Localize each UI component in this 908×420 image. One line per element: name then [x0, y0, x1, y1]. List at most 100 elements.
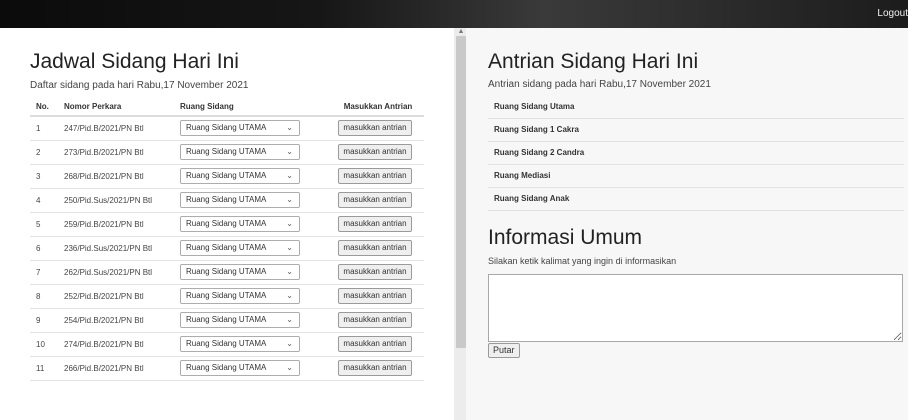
queue-room-list: Ruang Sidang Utama Ruang Sidang 1 Cakra … — [488, 96, 904, 211]
chevron-down-icon: ⌄ — [286, 243, 293, 252]
room-cell: Ruang Sidang UTAMA ⌄ — [174, 308, 326, 333]
room-cell: Ruang Sidang UTAMA ⌄ — [174, 116, 326, 141]
room-select-value: Ruang Sidang UTAMA — [186, 195, 267, 204]
masukkan-antrian-button[interactable]: masukkan antrian — [338, 336, 412, 352]
chevron-down-icon: ⌄ — [286, 171, 293, 180]
info-hint: Silakan ketik kalimat yang ingin di info… — [488, 256, 677, 266]
room-select[interactable]: Ruang Sidang UTAMA ⌄ — [180, 240, 300, 256]
schedule-title: Jadwal Sidang Hari Ini — [30, 50, 239, 73]
action-cell: masukkan antrian — [326, 140, 424, 165]
room-select[interactable]: Ruang Sidang UTAMA ⌄ — [180, 312, 300, 328]
queue-room-item: Ruang Sidang 1 Cakra — [488, 119, 904, 142]
chevron-down-icon: ⌄ — [286, 147, 293, 156]
case-number: 236/Pid.Sus/2021/PN Btl — [58, 236, 174, 261]
col-ruang-header: Ruang Sidang — [174, 98, 326, 117]
schedule-subtitle: Daftar sidang pada hari Rabu,17 November… — [30, 80, 249, 91]
table-row: 2 273/Pid.B/2021/PN Btl Ruang Sidang UTAMA… — [30, 140, 424, 165]
room-select[interactable]: Ruang Sidang UTAMA ⌄ — [180, 264, 300, 280]
room-cell: Ruang Sidang UTAMA ⌄ — [174, 356, 326, 381]
room-cell: Ruang Sidang UTAMA ⌄ — [174, 140, 326, 165]
room-select-value: Ruang Sidang UTAMA — [186, 243, 267, 252]
info-textarea[interactable] — [488, 274, 903, 342]
table-row: 5 259/Pid.B/2021/PN Btl Ruang Sidang UTAMA… — [30, 212, 424, 237]
scrollbar-thumb[interactable] — [456, 36, 466, 348]
table-row: 9 254/Pid.B/2021/PN Btl Ruang Sidang UTAMA… — [30, 308, 424, 333]
top-navbar: Logout — [0, 0, 908, 28]
room-select[interactable]: Ruang Sidang UTAMA ⌄ — [180, 216, 300, 232]
case-number: 247/Pid.B/2021/PN Btl — [58, 116, 174, 141]
masukkan-antrian-button[interactable]: masukkan antrian — [338, 120, 412, 137]
action-cell: masukkan antrian — [326, 236, 424, 261]
action-cell: masukkan antrian — [326, 212, 424, 237]
action-cell: masukkan antrian — [326, 164, 424, 189]
room-select-value: Ruang Sidang UTAMA — [186, 291, 267, 300]
queue-room-item: Ruang Mediasi — [488, 165, 904, 188]
masukkan-antrian-button[interactable]: masukkan antrian — [338, 168, 412, 184]
chevron-down-icon: ⌄ — [286, 315, 293, 324]
row-number: 9 — [30, 308, 58, 333]
case-number: 268/Pid.B/2021/PN Btl — [58, 164, 174, 189]
action-cell: masukkan antrian — [326, 188, 424, 213]
action-cell: masukkan antrian — [326, 356, 424, 381]
table-row: 7 262/Pid.Sus/2021/PN Btl Ruang Sidang UTA… — [30, 260, 424, 285]
room-select[interactable]: Ruang Sidang UTAMA ⌄ — [180, 120, 300, 137]
table-row: 10 274/Pid.B/2021/PN Btl Ruang Sidang UTAM… — [30, 332, 424, 357]
row-number: 3 — [30, 164, 58, 189]
chevron-up-icon[interactable]: ▲ — [456, 28, 466, 36]
masukkan-antrian-button[interactable]: masukkan antrian — [338, 312, 412, 328]
row-number: 11 — [30, 356, 58, 381]
row-number: 10 — [30, 332, 58, 357]
room-select-value: Ruang Sidang UTAMA — [186, 147, 267, 156]
action-cell: masukkan antrian — [326, 308, 424, 333]
masukkan-antrian-button[interactable]: masukkan antrian — [338, 216, 412, 232]
queue-room-item: Ruang Sidang Utama — [488, 96, 904, 119]
room-select[interactable]: Ruang Sidang UTAMA ⌄ — [180, 168, 300, 184]
case-number: 252/Pid.B/2021/PN Btl — [58, 284, 174, 309]
case-number: 274/Pid.B/2021/PN Btl — [58, 332, 174, 357]
room-select[interactable]: Ruang Sidang UTAMA ⌄ — [180, 288, 300, 304]
action-cell: masukkan antrian — [326, 260, 424, 285]
schedule-table: No. Nomor Perkara Ruang Sidang Masukkan … — [30, 98, 424, 381]
row-number: 4 — [30, 188, 58, 213]
table-header-row: No. Nomor Perkara Ruang Sidang Masukkan … — [30, 98, 424, 117]
queue-room-item: Ruang Sidang Anak — [488, 188, 904, 211]
putar-button[interactable]: Putar — [488, 343, 520, 358]
masukkan-antrian-button[interactable]: masukkan antrian — [338, 240, 412, 256]
masukkan-antrian-button[interactable]: masukkan antrian — [338, 360, 412, 376]
room-cell: Ruang Sidang UTAMA ⌄ — [174, 188, 326, 213]
row-number: 7 — [30, 260, 58, 285]
table-row: 1 247/Pid.B/2021/PN Btl Ruang Sidang UTAMA… — [30, 116, 424, 141]
room-select-value: Ruang Sidang UTAMA — [186, 219, 267, 228]
table-row: 11 266/Pid.B/2021/PN Btl Ruang Sidang UTAM… — [30, 356, 424, 381]
chevron-down-icon: ⌄ — [286, 267, 293, 276]
col-antrian-header: Masukkan Antrian — [326, 98, 424, 117]
case-number: 250/Pid.Sus/2021/PN Btl — [58, 188, 174, 213]
masukkan-antrian-button[interactable]: masukkan antrian — [338, 264, 412, 280]
row-number: 8 — [30, 284, 58, 309]
logout-link[interactable]: Logout — [872, 8, 908, 19]
room-cell: Ruang Sidang UTAMA ⌄ — [174, 164, 326, 189]
case-number: 254/Pid.B/2021/PN Btl — [58, 308, 174, 333]
queue-title: Antrian Sidang Hari Ini — [488, 50, 699, 73]
action-cell: masukkan antrian — [326, 284, 424, 309]
room-select-value: Ruang Sidang UTAMA — [186, 339, 267, 348]
row-number: 6 — [30, 236, 58, 261]
room-cell: Ruang Sidang UTAMA ⌄ — [174, 332, 326, 357]
table-row: 8 252/Pid.B/2021/PN Btl Ruang Sidang UTAMA… — [30, 284, 424, 309]
room-cell: Ruang Sidang UTAMA ⌄ — [174, 236, 326, 261]
room-select-value: Ruang Sidang UTAMA — [186, 315, 267, 324]
queue-room-item: Ruang Sidang 2 Candra — [488, 142, 904, 165]
row-number: 1 — [30, 116, 58, 141]
room-select[interactable]: Ruang Sidang UTAMA ⌄ — [180, 336, 300, 352]
room-select[interactable]: Ruang Sidang UTAMA ⌄ — [180, 192, 300, 208]
room-select[interactable]: Ruang Sidang UTAMA ⌄ — [180, 144, 300, 160]
chevron-down-icon: ⌄ — [286, 363, 293, 372]
table-row: 6 236/Pid.Sus/2021/PN Btl Ruang Sidang UTA… — [30, 236, 424, 261]
masukkan-antrian-button[interactable]: masukkan antrian — [338, 288, 412, 304]
room-cell: Ruang Sidang UTAMA ⌄ — [174, 212, 326, 237]
masukkan-antrian-button[interactable]: masukkan antrian — [338, 192, 412, 208]
room-select[interactable]: Ruang Sidang UTAMA ⌄ — [180, 360, 300, 376]
room-select-value: Ruang Sidang UTAMA — [186, 267, 267, 276]
room-cell: Ruang Sidang UTAMA ⌄ — [174, 284, 326, 309]
masukkan-antrian-button[interactable]: masukkan antrian — [338, 144, 412, 160]
